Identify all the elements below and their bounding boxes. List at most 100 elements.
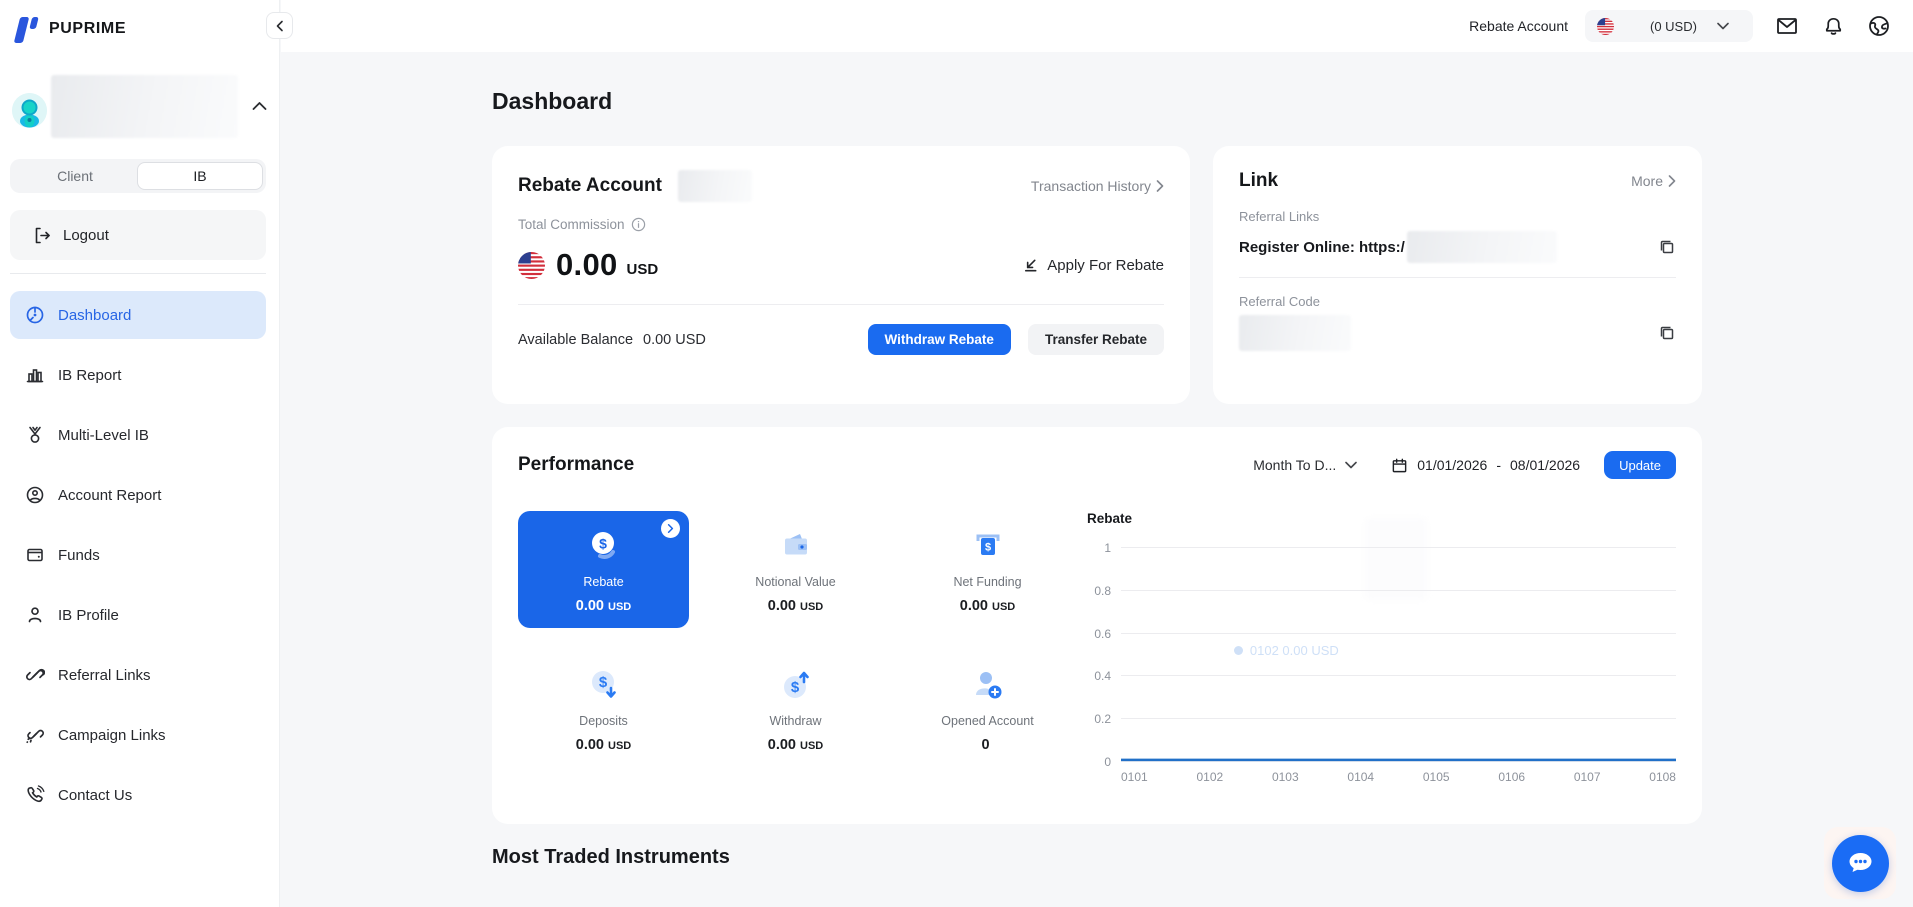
transaction-history-link[interactable]: Transaction History	[1031, 178, 1164, 194]
period-dropdown-value: Month To D...	[1253, 457, 1336, 473]
brand-logo: PUPRIME	[0, 0, 279, 44]
info-icon[interactable]	[631, 217, 646, 232]
total-commission-amount: 0.00	[556, 247, 618, 283]
chart-x-tick: 0104	[1347, 770, 1374, 784]
redacted-referral-url	[1407, 231, 1557, 263]
medal-icon	[24, 425, 45, 446]
withdraw-icon: $	[777, 664, 815, 706]
redacted-referral-code	[1239, 315, 1351, 351]
chart-plot[interactable]: 0102 0.00 USD	[1121, 548, 1676, 762]
chevron-left-icon	[274, 20, 286, 32]
copy-icon[interactable]	[1658, 324, 1676, 342]
role-switcher: Client IB	[10, 159, 266, 193]
metric-unit: USD	[992, 601, 1015, 613]
performance-card: Performance Month To D... 01	[492, 427, 1702, 824]
metric-unit: USD	[800, 601, 823, 613]
redacted-account-badge	[678, 170, 752, 202]
metric-label: Rebate	[583, 575, 623, 589]
update-button[interactable]: Update	[1604, 451, 1676, 479]
apply-for-rebate-link[interactable]: Apply For Rebate	[1022, 257, 1164, 274]
net-funding-icon: $	[970, 525, 1006, 567]
metric-tile-net-funding[interactable]: $ Net Funding 0.00USD	[902, 511, 1073, 628]
user-profile[interactable]	[12, 74, 267, 138]
sidebar-item-contact-us[interactable]: Contact Us	[10, 771, 266, 819]
sidebar-item-multi-level-ib[interactable]: Multi-Level IB	[10, 411, 266, 459]
chat-button[interactable]	[1832, 835, 1889, 892]
register-online-url: Register Online: https:/	[1239, 239, 1405, 256]
metric-tile-withdraw[interactable]: $ Withdraw 0.00USD	[710, 650, 881, 767]
rebate-coin-icon: $	[586, 525, 622, 567]
sidebar-collapse-button[interactable]	[266, 12, 293, 39]
metric-value: 0.00	[576, 598, 604, 614]
metric-value: 0.00	[768, 598, 796, 614]
chart-x-tick: 0103	[1272, 770, 1299, 784]
avatar	[12, 93, 47, 128]
sidebar-divider	[10, 273, 266, 274]
dashboard-icon	[24, 305, 45, 326]
total-commission-label: Total Commission	[518, 217, 625, 232]
metric-label: Net Funding	[953, 575, 1021, 589]
card-divider	[1239, 277, 1676, 278]
sidebar-item-referral-links[interactable]: Referral Links	[10, 651, 266, 699]
available-balance-label: Available Balance	[518, 332, 633, 348]
svg-text:$: $	[599, 536, 607, 552]
arrow-right-circle-icon[interactable]	[661, 519, 680, 538]
sidebar-item-label: Campaign Links	[58, 727, 166, 744]
metric-tile-notional-value[interactable]: Notional Value 0.00USD	[710, 511, 881, 628]
chart-x-tick: 0108	[1649, 770, 1676, 784]
logout-button[interactable]: Logout	[10, 210, 266, 260]
tab-ib[interactable]: IB	[137, 162, 263, 190]
rebate-account-card: Rebate Account Transaction History Total…	[492, 146, 1190, 404]
main-content: Dashboard Rebate Account Transaction His…	[281, 52, 1913, 907]
chat-widget	[1824, 827, 1896, 899]
link-icon	[24, 665, 45, 686]
metric-value: 0.00	[768, 737, 796, 753]
notional-value-icon	[778, 525, 814, 567]
sidebar-item-dashboard[interactable]: Dashboard	[10, 291, 266, 339]
tab-client[interactable]: Client	[13, 162, 137, 190]
globe-icon[interactable]	[1867, 14, 1891, 38]
sidebar-item-ib-report[interactable]: IB Report	[10, 351, 266, 399]
page-title: Dashboard	[492, 88, 1702, 115]
deposit-icon: $	[585, 664, 623, 706]
more-link[interactable]: More	[1631, 173, 1676, 189]
account-selector[interactable]: (0 USD)	[1585, 10, 1753, 42]
chart-x-tick: 0102	[1196, 770, 1223, 784]
withdraw-rebate-button[interactable]: Withdraw Rebate	[868, 324, 1011, 355]
period-dropdown[interactable]: Month To D...	[1253, 457, 1357, 473]
chart-y-tick: 0.8	[1094, 584, 1111, 598]
chart-y-labels: 00.20.40.60.81	[1087, 548, 1121, 762]
sidebar-item-ib-profile[interactable]: IB Profile	[10, 591, 266, 639]
bell-icon[interactable]	[1821, 14, 1845, 38]
metric-tile-rebate[interactable]: $ Rebate 0.00USD	[518, 511, 689, 628]
page: PUPRIME Cli	[0, 0, 1913, 907]
logout-icon	[33, 226, 52, 245]
user-circle-icon	[24, 485, 45, 506]
sidebar-item-campaign-links[interactable]: Campaign Links	[10, 711, 266, 759]
chevron-up-icon[interactable]	[252, 101, 267, 111]
mail-icon[interactable]	[1775, 14, 1799, 38]
available-balance-value: 0.00 USD	[643, 332, 706, 348]
chart-x-tick: 0106	[1498, 770, 1525, 784]
chevron-right-icon	[1668, 175, 1676, 187]
referral-links-label: Referral Links	[1239, 209, 1676, 224]
metric-tile-deposits[interactable]: $ Deposits 0.00USD	[518, 650, 689, 767]
sidebar-item-account-report[interactable]: Account Report	[10, 471, 266, 519]
metric-label: Opened Account	[941, 714, 1033, 728]
metric-tile-opened-account[interactable]: Opened Account 0	[902, 650, 1073, 767]
sidebar-item-label: Contact Us	[58, 787, 132, 804]
puprime-logo-icon	[14, 14, 40, 44]
chart-y-tick: 0.6	[1094, 627, 1111, 641]
user-icon	[24, 605, 45, 626]
chart-y-tick: 0	[1104, 755, 1111, 769]
transfer-rebate-button[interactable]: Transfer Rebate	[1028, 324, 1164, 355]
rebate-card-title: Rebate Account	[518, 175, 662, 197]
sidebar: PUPRIME Cli	[0, 0, 280, 907]
date-range-picker[interactable]: 01/01/2026 - 08/01/2026	[1391, 457, 1580, 474]
transaction-history-label: Transaction History	[1031, 178, 1151, 194]
copy-icon[interactable]	[1658, 238, 1676, 256]
sidebar-item-label: Account Report	[58, 487, 161, 504]
date-to: 08/01/2026	[1510, 457, 1580, 473]
sidebar-item-funds[interactable]: Funds	[10, 531, 266, 579]
date-separator: -	[1496, 457, 1501, 473]
